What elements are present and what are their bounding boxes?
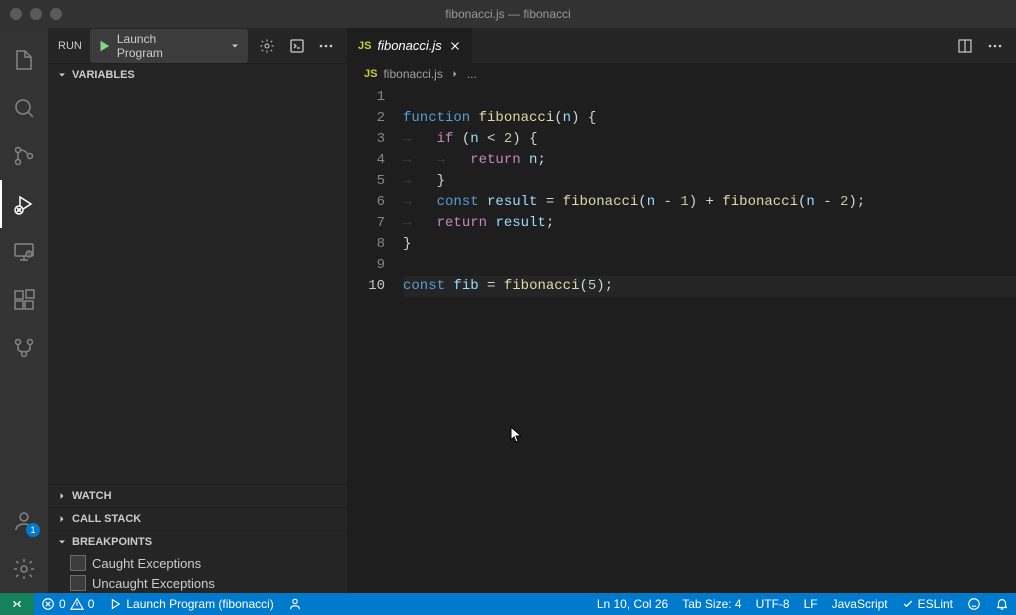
sidebar-run: RUN Launch Program bbox=[48, 28, 348, 593]
panel-variables-body bbox=[48, 86, 347, 484]
tab-fibonacci[interactable]: JS fibonacci.js bbox=[348, 28, 473, 63]
javascript-icon: JS bbox=[358, 40, 371, 52]
activity-github[interactable] bbox=[0, 324, 48, 372]
close-tab-icon[interactable] bbox=[448, 39, 462, 53]
tab-label: fibonacci.js bbox=[377, 38, 441, 53]
checkbox[interactable] bbox=[70, 555, 86, 571]
panel-watch-title: WATCH bbox=[72, 490, 112, 502]
bell-icon bbox=[995, 597, 1009, 611]
activity-bar: 1 bbox=[0, 28, 48, 593]
check-icon bbox=[902, 598, 914, 610]
panel-callstack-header[interactable]: CALL STACK bbox=[48, 508, 347, 530]
editor-area: JS fibonacci.js JS fibonacci.js bbox=[348, 28, 1016, 593]
panel-breakpoints-header[interactable]: BREAKPOINTS bbox=[48, 531, 347, 553]
activity-source-control[interactable] bbox=[0, 132, 48, 180]
panel-variables-header[interactable]: VARIABLES bbox=[48, 64, 347, 86]
status-remote[interactable] bbox=[0, 593, 34, 615]
run-header: RUN Launch Program bbox=[48, 28, 347, 63]
status-lang[interactable]: JavaScript bbox=[825, 593, 895, 615]
chevron-right-icon bbox=[56, 513, 68, 525]
status-eslint[interactable]: ESLint bbox=[895, 593, 960, 615]
activity-search[interactable] bbox=[0, 84, 48, 132]
activity-accounts[interactable]: 1 bbox=[0, 497, 48, 545]
breakpoint-uncaught[interactable]: Uncaught Exceptions bbox=[48, 573, 347, 593]
status-launch-label: Launch Program (fibonacci) bbox=[126, 597, 273, 611]
breakpoint-caught[interactable]: Caught Exceptions bbox=[48, 553, 347, 573]
tab-bar: JS fibonacci.js bbox=[348, 28, 1016, 63]
more-actions-button[interactable] bbox=[315, 35, 337, 57]
status-warnings-count: 0 bbox=[88, 597, 95, 611]
breadcrumb[interactable]: JS fibonacci.js ... bbox=[348, 63, 1016, 85]
window-zoom-button[interactable] bbox=[50, 8, 62, 20]
status-ln-col[interactable]: Ln 10, Col 26 bbox=[590, 593, 675, 615]
panel-variables-title: VARIABLES bbox=[72, 69, 135, 81]
start-debug-icon bbox=[97, 39, 111, 53]
panel-callstack-title: CALL STACK bbox=[72, 513, 141, 525]
debug-console-button[interactable] bbox=[286, 35, 308, 57]
window-close-button[interactable] bbox=[10, 8, 22, 20]
code-content[interactable]: function fibonacci(n) {→ if (n < 2) {→ →… bbox=[403, 87, 1016, 593]
breakpoint-label: Uncaught Exceptions bbox=[92, 576, 215, 591]
statusbar: 0 0 Launch Program (fibonacci) Ln 10, Co… bbox=[0, 593, 1016, 615]
window-title: fibonacci.js — fibonacci bbox=[445, 7, 570, 21]
titlebar: fibonacci.js — fibonacci bbox=[0, 0, 1016, 28]
window-minimize-button[interactable] bbox=[30, 8, 42, 20]
editor-body[interactable]: 12345678910 function fibonacci(n) {→ if … bbox=[348, 85, 1016, 593]
status-feedback[interactable] bbox=[960, 593, 988, 615]
chevron-right-icon bbox=[56, 490, 68, 502]
javascript-icon: JS bbox=[364, 68, 377, 80]
chevron-down-icon bbox=[56, 536, 68, 548]
breakpoint-label: Caught Exceptions bbox=[92, 556, 201, 571]
feedback-icon bbox=[967, 597, 981, 611]
breadcrumb-file: fibonacci.js bbox=[383, 67, 442, 81]
panel-breakpoints-title: BREAKPOINTS bbox=[72, 536, 152, 548]
live-share-icon bbox=[288, 597, 302, 611]
error-icon bbox=[41, 597, 55, 611]
activity-run-debug[interactable] bbox=[0, 180, 48, 228]
line-gutter: 12345678910 bbox=[348, 87, 403, 593]
breadcrumb-item: ... bbox=[467, 67, 477, 81]
activity-extensions[interactable] bbox=[0, 276, 48, 324]
status-launch[interactable]: Launch Program (fibonacci) bbox=[101, 593, 280, 615]
warning-icon bbox=[70, 597, 84, 611]
more-editor-actions-button[interactable] bbox=[984, 35, 1006, 57]
chevron-down-icon bbox=[229, 40, 241, 52]
accounts-badge: 1 bbox=[26, 523, 40, 537]
activity-explorer[interactable] bbox=[0, 36, 48, 84]
status-problems[interactable]: 0 0 bbox=[34, 593, 101, 615]
status-encoding[interactable]: UTF-8 bbox=[749, 593, 797, 615]
run-label: RUN bbox=[58, 40, 82, 52]
debug-icon bbox=[108, 597, 122, 611]
panel-watch-header[interactable]: WATCH bbox=[48, 485, 347, 507]
activity-remote-explorer[interactable] bbox=[0, 228, 48, 276]
split-editor-button[interactable] bbox=[954, 35, 976, 57]
status-bell[interactable] bbox=[988, 593, 1016, 615]
status-eol[interactable]: LF bbox=[797, 593, 825, 615]
chevron-down-icon bbox=[56, 69, 68, 81]
activity-settings[interactable] bbox=[0, 545, 48, 593]
launch-config-select[interactable]: Launch Program bbox=[90, 29, 248, 63]
status-live-share[interactable] bbox=[281, 593, 309, 615]
launch-config-label: Launch Program bbox=[117, 32, 203, 60]
window-controls bbox=[10, 8, 62, 20]
checkbox[interactable] bbox=[70, 575, 86, 591]
status-tab-size[interactable]: Tab Size: 4 bbox=[675, 593, 748, 615]
status-errors-count: 0 bbox=[59, 597, 66, 611]
chevron-right-icon bbox=[449, 68, 461, 80]
open-launch-json-button[interactable] bbox=[256, 35, 278, 57]
